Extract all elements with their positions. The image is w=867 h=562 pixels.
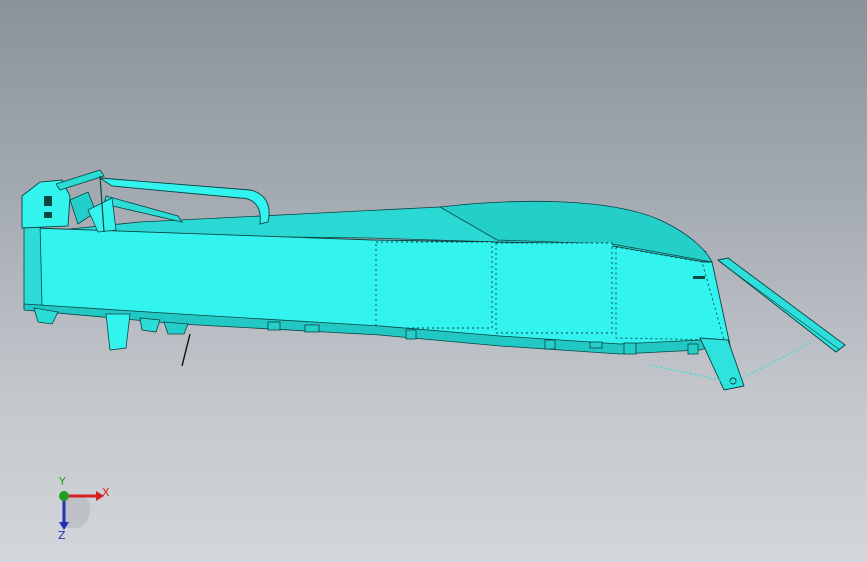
hull-model[interactable]	[0, 0, 867, 562]
triad-graphic	[59, 491, 104, 530]
z-axis-label: Z	[58, 529, 66, 542]
y-axis-label: Y	[59, 475, 66, 488]
tower-window-2	[44, 212, 52, 218]
bow-cap	[23, 221, 43, 309]
hull-panel-1	[375, 241, 493, 329]
x-axis-label: X	[102, 486, 110, 499]
tower-window	[44, 196, 52, 206]
ramp-edge	[719, 261, 841, 351]
antenna-rod	[181, 333, 191, 367]
propeller-guard	[105, 313, 131, 351]
stern-skeg	[699, 337, 745, 391]
prop-hub	[139, 317, 161, 333]
tower-top-bar	[55, 169, 105, 191]
hull-panel-2	[495, 242, 613, 334]
stern-ramp-plate	[716, 257, 846, 353]
y-axis-dot	[59, 491, 69, 501]
axis-triad[interactable]: X Y Z	[44, 476, 124, 546]
stern-handle	[693, 276, 705, 279]
graphics-viewport[interactable]: X Y Z	[0, 0, 867, 562]
rudder-fin	[163, 321, 189, 335]
crane-brace	[103, 195, 183, 223]
